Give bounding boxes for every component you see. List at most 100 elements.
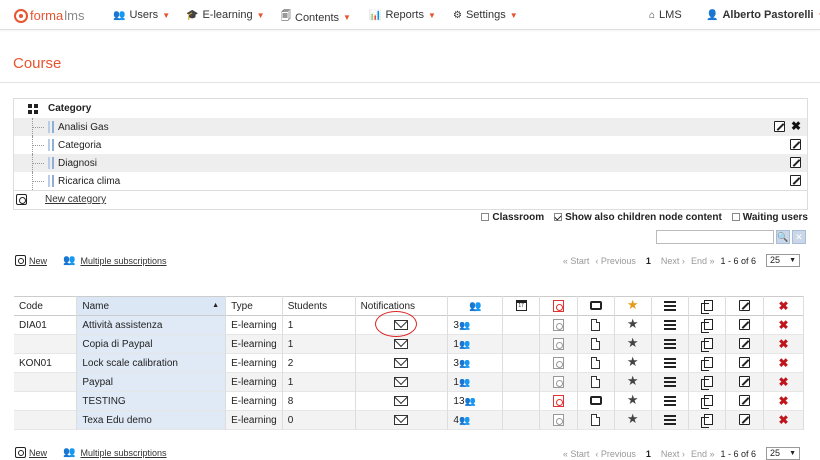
printer-icon[interactable] bbox=[589, 396, 602, 406]
table-row[interactable]: Texa Edu demo E-learning 0 4👥 ★ ✖ bbox=[14, 410, 804, 430]
users-icon[interactable]: 👥 bbox=[459, 358, 470, 368]
new-category-icon[interactable] bbox=[16, 194, 27, 205]
list-icon[interactable] bbox=[664, 414, 677, 425]
course-name[interactable]: TESTING bbox=[76, 391, 227, 411]
pdf-icon[interactable] bbox=[553, 395, 564, 407]
pager-previous[interactable]: ‹ Previous bbox=[595, 449, 636, 459]
classroom-checkbox[interactable]: Classroom bbox=[481, 212, 544, 223]
pager-next[interactable]: Next › bbox=[661, 449, 685, 459]
edit-icon[interactable] bbox=[739, 319, 751, 331]
edit-icon[interactable] bbox=[790, 157, 801, 168]
edit-icon[interactable] bbox=[739, 357, 751, 369]
delete-icon[interactable]: ✖ bbox=[779, 413, 789, 427]
pdf-icon[interactable] bbox=[553, 357, 564, 369]
users-icon[interactable]: 👥 bbox=[459, 415, 470, 425]
document-icon[interactable] bbox=[591, 357, 601, 369]
col-name[interactable]: Name bbox=[76, 296, 227, 316]
envelope-icon[interactable] bbox=[394, 319, 409, 330]
page-size-select[interactable]: 25 bbox=[766, 254, 800, 267]
copy-icon[interactable] bbox=[700, 319, 713, 334]
envelope-icon[interactable] bbox=[394, 414, 409, 425]
edit-icon[interactable] bbox=[739, 338, 751, 350]
course-name[interactable]: Paypal bbox=[76, 372, 227, 392]
envelope-icon[interactable] bbox=[394, 338, 409, 349]
pager-next[interactable]: Next › bbox=[661, 256, 685, 266]
course-students[interactable]: 2 bbox=[282, 353, 356, 373]
subscriptions-count[interactable]: 13 bbox=[453, 396, 464, 407]
category-header[interactable]: Category bbox=[14, 99, 807, 118]
multiple-subscriptions-link[interactable]: Multiple subscriptions bbox=[80, 448, 166, 458]
delete-icon[interactable]: ✖ bbox=[779, 337, 789, 351]
list-icon[interactable] bbox=[664, 395, 677, 406]
delete-icon[interactable]: ✖ bbox=[779, 318, 789, 332]
show-children-checkbox[interactable]: Show also children node content bbox=[554, 212, 722, 223]
table-row[interactable]: TESTING E-learning 8 13👥 ★ ✖ bbox=[14, 391, 804, 411]
course-students[interactable]: 0 bbox=[282, 410, 356, 430]
nav-users[interactable]: 👥 Users ▼ bbox=[113, 9, 170, 21]
users-icon[interactable]: 👥 bbox=[465, 396, 476, 406]
list-icon[interactable] bbox=[664, 357, 677, 368]
user-menu[interactable]: 👤Alberto Pastorelli▼ bbox=[706, 9, 820, 21]
waiting-users-checkbox[interactable]: Waiting users bbox=[731, 212, 808, 223]
pdf-icon[interactable] bbox=[553, 319, 564, 331]
pager-start[interactable]: « Start bbox=[563, 449, 590, 459]
star-icon[interactable]: ★ bbox=[627, 411, 639, 426]
nav-lms[interactable]: ⌂ LMS bbox=[649, 9, 682, 21]
new-course-link[interactable]: New bbox=[29, 256, 47, 266]
nav-reports[interactable]: 📊 Reports ▼ bbox=[369, 9, 436, 21]
pdf-icon[interactable] bbox=[553, 414, 564, 426]
document-icon[interactable] bbox=[591, 376, 601, 388]
star-icon[interactable]: ★ bbox=[627, 335, 639, 350]
edit-icon[interactable] bbox=[739, 395, 751, 407]
col-students[interactable]: Students bbox=[282, 296, 356, 316]
course-name[interactable]: Attività assistenza bbox=[76, 315, 227, 335]
nav-elearning[interactable]: 🎓 E-learning ▼ bbox=[186, 9, 265, 21]
new-icon[interactable] bbox=[15, 255, 26, 266]
pdf-icon[interactable] bbox=[553, 338, 564, 350]
table-row[interactable]: DIA01 Attività assistenza E-learning 1 3👥 ★ ✖ bbox=[14, 315, 804, 335]
course-students[interactable]: 1 bbox=[282, 315, 356, 335]
col-code[interactable]: Code bbox=[14, 296, 78, 316]
star-icon[interactable]: ★ bbox=[627, 316, 639, 331]
course-name[interactable]: Texa Edu demo bbox=[76, 410, 227, 430]
pager-start[interactable]: « Start bbox=[563, 256, 590, 266]
edit-icon[interactable] bbox=[739, 414, 751, 426]
nav-contents[interactable]: 🗐 Contents ▼ bbox=[281, 9, 351, 26]
course-students[interactable]: 1 bbox=[282, 334, 356, 354]
envelope-icon[interactable] bbox=[394, 376, 409, 387]
pager-end[interactable]: End » bbox=[691, 256, 715, 266]
copy-icon[interactable] bbox=[700, 357, 713, 372]
search-icon[interactable]: 🔍 bbox=[776, 230, 790, 244]
edit-icon[interactable] bbox=[790, 139, 801, 150]
new-course-link[interactable]: New bbox=[29, 448, 47, 458]
nav-settings[interactable]: ⚙ Settings ▼ bbox=[453, 9, 518, 21]
category-item[interactable]: Categoria bbox=[14, 136, 807, 154]
list-icon[interactable] bbox=[664, 319, 677, 330]
course-name[interactable]: Copia di Paypal bbox=[76, 334, 227, 354]
document-icon[interactable] bbox=[591, 414, 601, 426]
pager-end[interactable]: End » bbox=[691, 449, 715, 459]
category-item[interactable]: Diagnosi bbox=[14, 154, 807, 172]
close-icon[interactable]: ✖ bbox=[791, 120, 801, 132]
users-icon[interactable]: 👥 bbox=[459, 320, 470, 330]
delete-icon[interactable]: ✖ bbox=[779, 394, 789, 408]
course-name[interactable]: Lock scale calibration bbox=[76, 353, 227, 373]
list-icon[interactable] bbox=[664, 338, 677, 349]
category-item[interactable]: Analisi Gas ✖ bbox=[14, 118, 807, 136]
edit-icon[interactable] bbox=[773, 121, 785, 132]
copy-icon[interactable] bbox=[700, 395, 713, 410]
envelope-icon[interactable] bbox=[394, 357, 409, 368]
document-icon[interactable] bbox=[591, 319, 601, 331]
course-students[interactable]: 1 bbox=[282, 372, 356, 392]
new-icon[interactable] bbox=[15, 447, 26, 458]
list-icon[interactable] bbox=[664, 376, 677, 387]
forma-lms-logo[interactable]: forma lms bbox=[14, 8, 84, 23]
table-row[interactable]: Paypal E-learning 1 1👥 ★ ✖ bbox=[14, 372, 804, 392]
edit-icon[interactable] bbox=[790, 175, 801, 186]
page-size-select[interactable]: 25 bbox=[766, 447, 800, 460]
copy-icon[interactable] bbox=[700, 414, 713, 429]
course-students[interactable]: 8 bbox=[282, 391, 356, 411]
edit-icon[interactable] bbox=[739, 376, 751, 388]
pdf-icon[interactable] bbox=[553, 376, 564, 388]
category-item[interactable]: Ricarica clima bbox=[14, 172, 807, 190]
